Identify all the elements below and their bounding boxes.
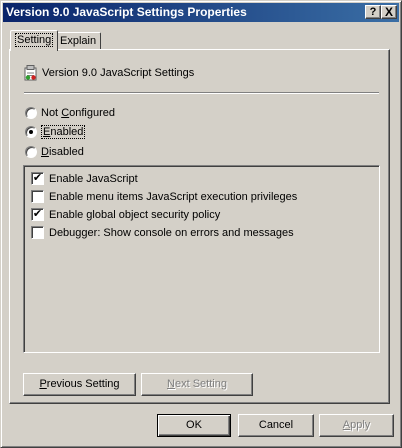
radio-label: Enabled bbox=[41, 125, 86, 140]
next-setting-button[interactable]: Next Setting bbox=[141, 373, 253, 396]
tab-explain[interactable]: Explain bbox=[55, 32, 102, 50]
checkbox-menu-items-privileges[interactable]: Enable menu items JavaScript execution p… bbox=[31, 190, 297, 203]
help-icon: ? bbox=[369, 6, 377, 18]
separator bbox=[24, 92, 379, 94]
policy-name: Version 9.0 JavaScript Settings bbox=[42, 67, 195, 79]
tab-setting[interactable]: Setting bbox=[10, 30, 59, 51]
radio-label: Not Configured bbox=[41, 107, 116, 120]
title-bar[interactable]: Version 9.0 JavaScript Settings Properti… bbox=[3, 3, 399, 22]
radio-disabled[interactable]: Disabled bbox=[25, 146, 84, 159]
radio-button[interactable] bbox=[25, 107, 37, 120]
checkbox-label: Enable menu items JavaScript execution p… bbox=[49, 190, 298, 203]
radio-button[interactable] bbox=[25, 146, 37, 159]
checkbox[interactable]: ✔ bbox=[31, 172, 44, 185]
checkbox-enable-javascript[interactable]: ✔ Enable JavaScript bbox=[31, 172, 138, 185]
close-icon: X bbox=[384, 5, 393, 19]
checkbox-label: Debugger: Show console on errors and mes… bbox=[49, 226, 294, 239]
checkbox-debugger-console[interactable]: Debugger: Show console on errors and mes… bbox=[31, 226, 294, 239]
radio-not-configured[interactable]: Not Configured bbox=[25, 107, 116, 120]
checkbox-global-object-policy[interactable]: ✔ Enable global object security policy bbox=[31, 208, 220, 221]
ok-button[interactable]: OK bbox=[157, 414, 231, 437]
checkbox-label: Enable JavaScript bbox=[49, 172, 138, 185]
checkbox[interactable] bbox=[31, 226, 44, 239]
radio-enabled[interactable]: Enabled bbox=[25, 125, 86, 140]
apply-button[interactable]: Apply bbox=[319, 414, 394, 437]
radio-label: Disabled bbox=[41, 146, 84, 159]
window-title: Version 9.0 JavaScript Settings Properti… bbox=[6, 5, 247, 19]
help-button[interactable]: ? bbox=[365, 5, 381, 19]
policy-settings-icon bbox=[24, 65, 37, 81]
close-button[interactable]: X bbox=[381, 5, 397, 19]
radio-button[interactable] bbox=[25, 126, 37, 139]
checkbox[interactable]: ✔ bbox=[31, 208, 44, 221]
cancel-button[interactable]: Cancel bbox=[238, 414, 314, 437]
checkbox[interactable] bbox=[31, 190, 44, 203]
checkbox-label: Enable global object security policy bbox=[49, 208, 221, 221]
previous-setting-button[interactable]: Previous Setting bbox=[23, 373, 136, 396]
